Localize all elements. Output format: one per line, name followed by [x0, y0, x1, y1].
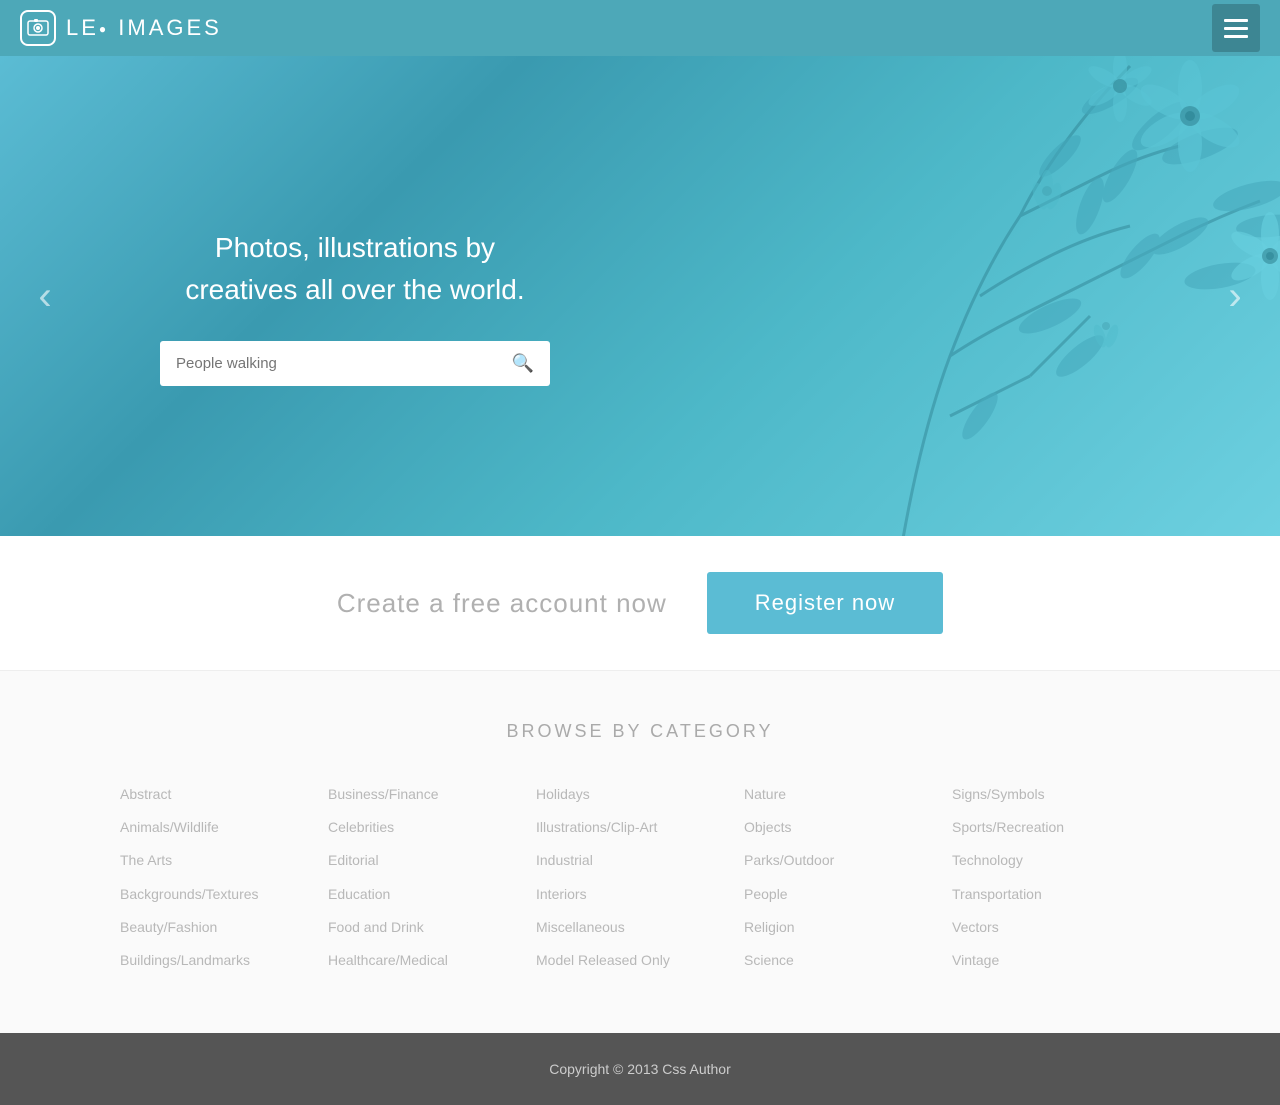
category-col-1: Business/Finance Celebrities Editorial Educ… [328, 782, 536, 973]
hero-content: Photos, illustrations by creatives all o… [0, 207, 550, 386]
logo-text: LE● IMAGES [66, 15, 222, 41]
register-button[interactable]: Register now [707, 572, 943, 634]
footer-text: Copyright © 2013 Css Author [549, 1061, 731, 1077]
site-header: LE● IMAGES [0, 0, 1280, 56]
categories-section: BROWSE BY CATEGORY Abstract Animals/Wildl… [0, 671, 1280, 1033]
hero-flower-decoration [500, 56, 1280, 536]
category-link[interactable]: Healthcare/Medical [328, 948, 536, 973]
category-col-0: Abstract Animals/Wildlife The Arts Backgrou… [120, 782, 328, 973]
hamburger-line-1 [1224, 19, 1248, 22]
category-link[interactable]: Model Released Only [536, 948, 744, 973]
logo: LE● IMAGES [20, 10, 222, 46]
categories-heading: BROWSE BY CATEGORY [120, 721, 1160, 742]
category-link[interactable]: Parks/Outdoor [744, 848, 952, 873]
hero-next-button[interactable]: › [1210, 271, 1260, 321]
search-input[interactable] [160, 341, 496, 386]
cta-text: Create a free account now [337, 588, 667, 619]
category-link[interactable]: Industrial [536, 848, 744, 873]
category-link[interactable]: Buildings/Landmarks [120, 948, 328, 973]
category-link[interactable]: Editorial [328, 848, 536, 873]
category-link[interactable]: Vectors [952, 915, 1160, 940]
hero-title-line2: creatives all over the world. [185, 274, 524, 305]
category-link[interactable]: The Arts [120, 848, 328, 873]
menu-button[interactable] [1212, 4, 1260, 52]
category-link[interactable]: Vintage [952, 948, 1160, 973]
category-col-2: Holidays Illustrations/Clip-Art Industrial… [536, 782, 744, 973]
category-link[interactable]: Abstract [120, 782, 328, 807]
categories-grid: Abstract Animals/Wildlife The Arts Backgrou… [120, 782, 1160, 973]
category-link[interactable]: Sports/Recreation [952, 815, 1160, 840]
category-link[interactable]: Backgrounds/Textures [120, 882, 328, 907]
category-link[interactable]: Miscellaneous [536, 915, 744, 940]
search-icon: 🔍 [512, 353, 534, 373]
hamburger-line-2 [1224, 27, 1248, 30]
hero-section: ‹ › Photos, illustrations by creatives a… [0, 56, 1280, 536]
category-link[interactable]: Signs/Symbols [952, 782, 1160, 807]
category-link[interactable]: Nature [744, 782, 952, 807]
category-link[interactable]: Celebrities [328, 815, 536, 840]
category-link[interactable]: Education [328, 882, 536, 907]
hamburger-line-3 [1224, 35, 1248, 38]
category-link[interactable]: Interiors [536, 882, 744, 907]
category-link[interactable]: Illustrations/Clip-Art [536, 815, 744, 840]
category-col-4: Signs/Symbols Sports/Recreation Technology… [952, 782, 1160, 973]
category-link[interactable]: Food and Drink [328, 915, 536, 940]
category-link[interactable]: Holidays [536, 782, 744, 807]
site-footer: Copyright © 2013 Css Author [0, 1033, 1280, 1105]
category-link[interactable]: Religion [744, 915, 952, 940]
search-button[interactable]: 🔍 [496, 341, 550, 386]
category-link[interactable]: Objects [744, 815, 952, 840]
next-arrow-icon: › [1228, 274, 1241, 319]
category-link[interactable]: Transportation [952, 882, 1160, 907]
logo-icon [20, 10, 56, 46]
hero-title-line1: Photos, illustrations by [215, 232, 495, 263]
category-link[interactable]: People [744, 882, 952, 907]
category-link[interactable]: Animals/Wildlife [120, 815, 328, 840]
category-link[interactable]: Technology [952, 848, 1160, 873]
cta-section: Create a free account now Register now [0, 536, 1280, 671]
category-link[interactable]: Beauty/Fashion [120, 915, 328, 940]
hero-prev-button[interactable]: ‹ [20, 271, 70, 321]
category-link[interactable]: Science [744, 948, 952, 973]
hero-title: Photos, illustrations by creatives all o… [160, 227, 550, 311]
prev-arrow-icon: ‹ [38, 274, 51, 319]
category-col-3: Nature Objects Parks/Outdoor People Religion… [744, 782, 952, 973]
category-link[interactable]: Business/Finance [328, 782, 536, 807]
search-box: 🔍 [160, 341, 550, 386]
